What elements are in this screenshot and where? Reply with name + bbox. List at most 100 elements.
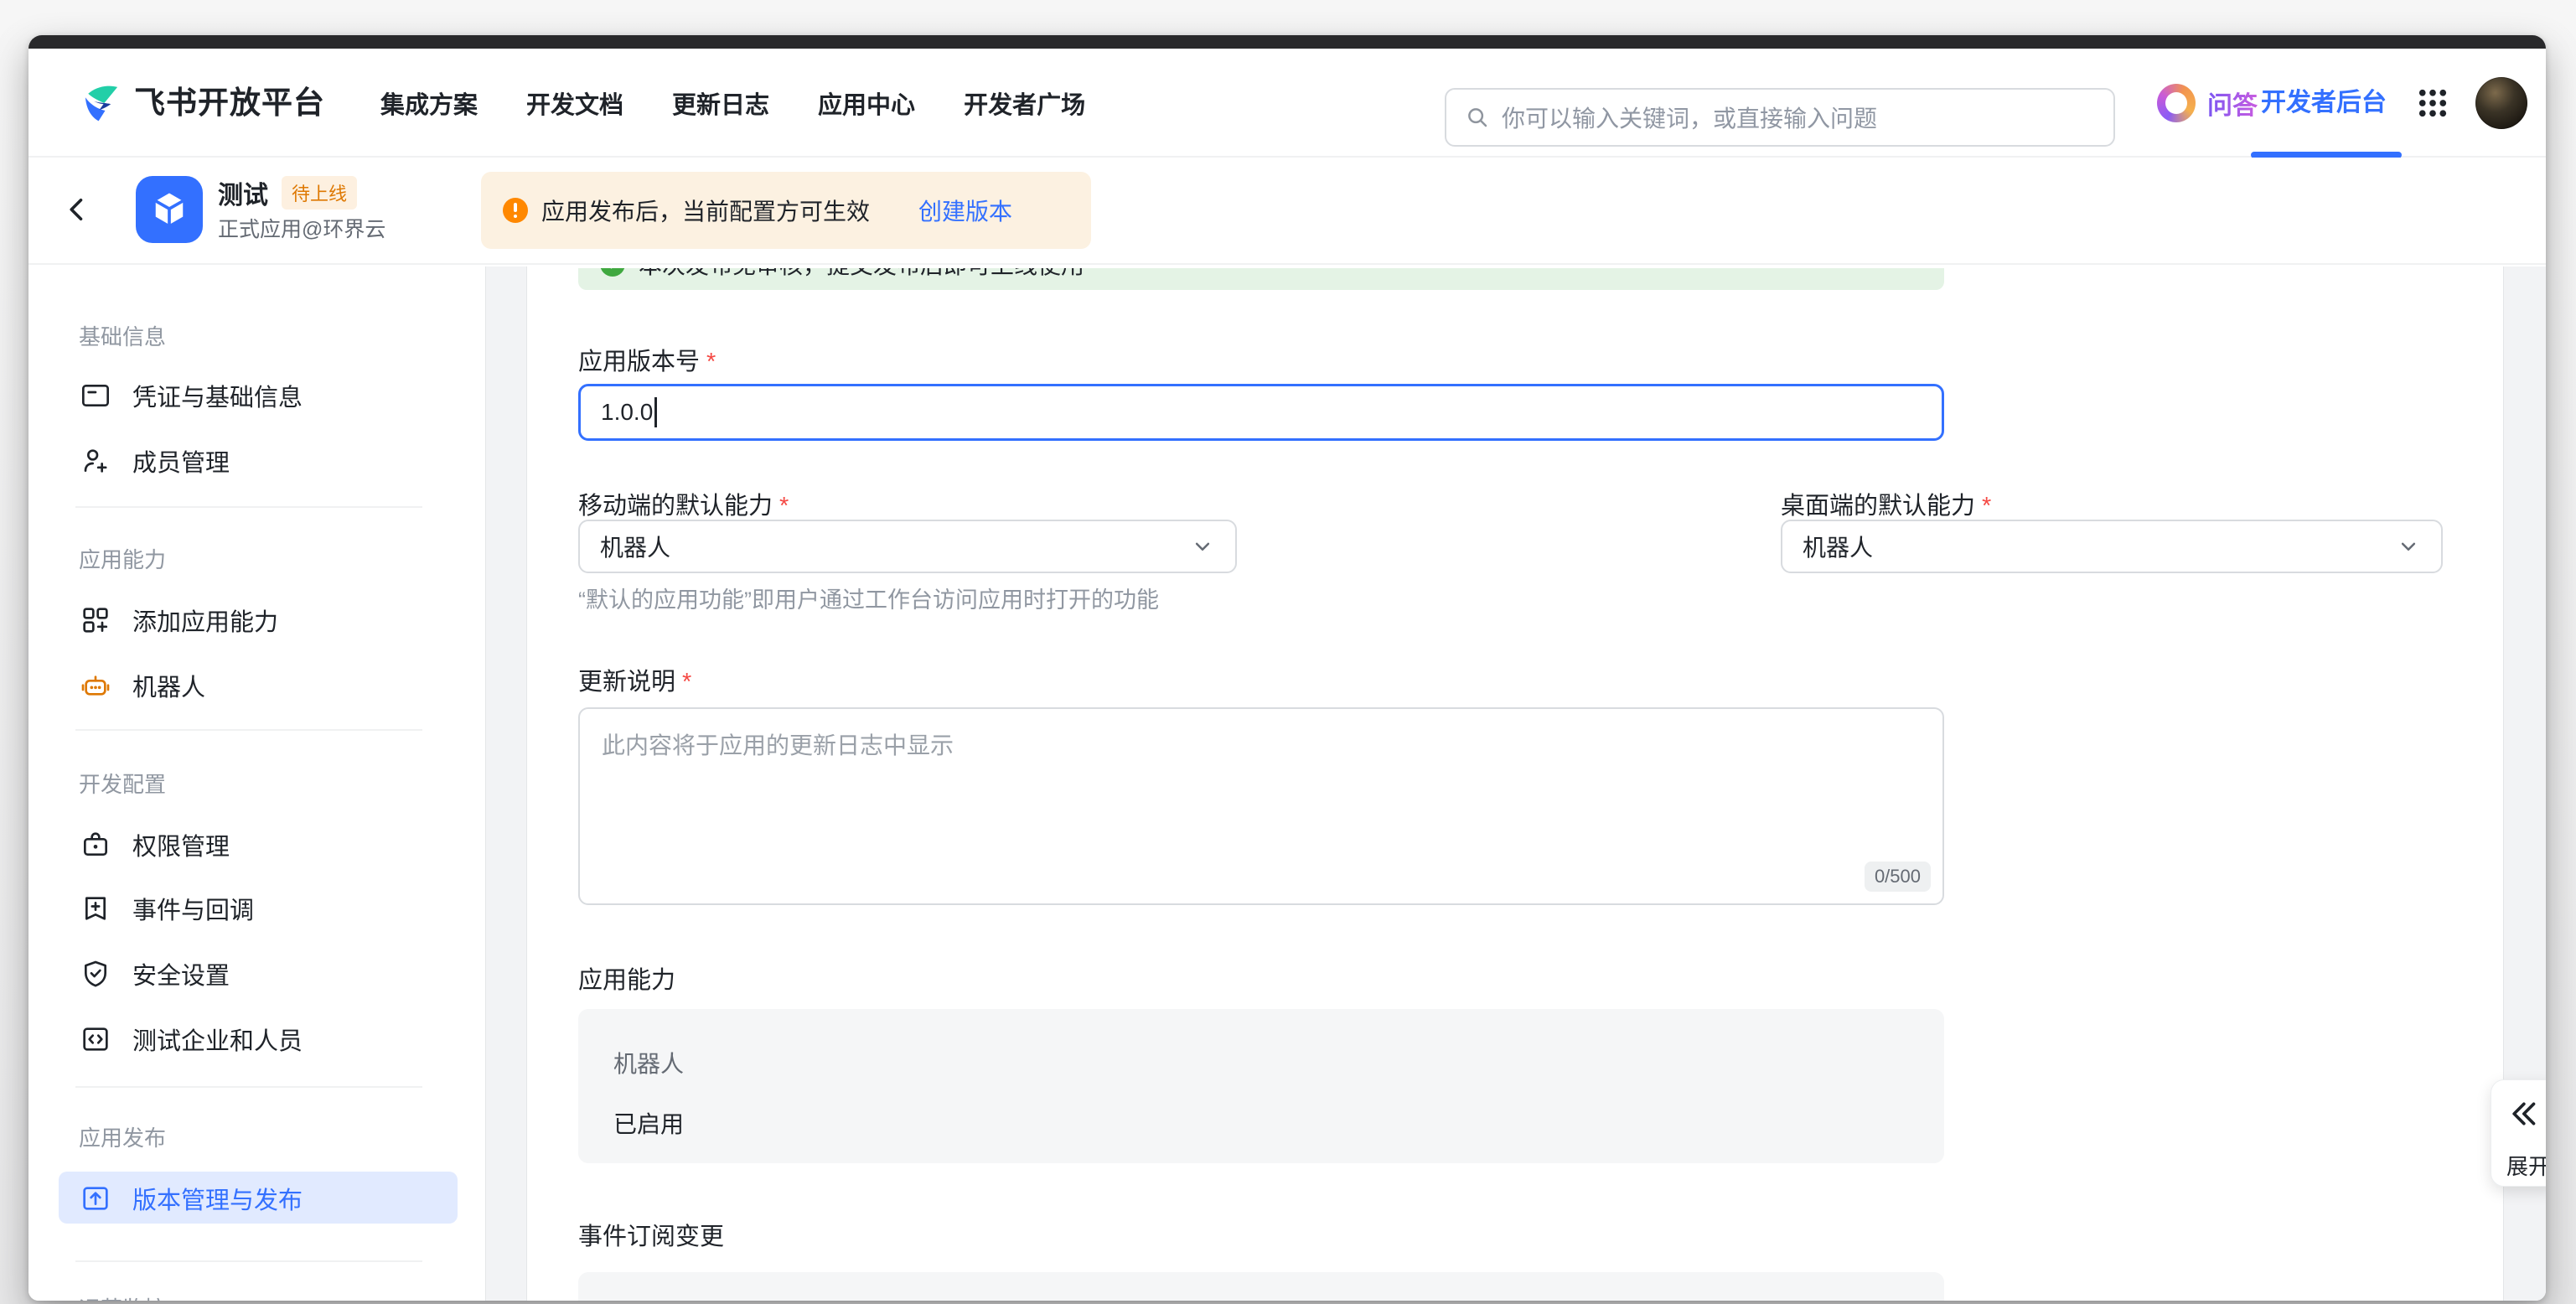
capability-status: 已启用	[613, 1106, 1944, 1140]
update-notes-textarea[interactable]	[578, 707, 1944, 905]
event-subscription-box	[578, 1272, 1944, 1301]
qa-gradient-ring-icon	[2157, 84, 2196, 122]
code-square-icon	[79, 1022, 112, 1056]
sidebar-section-basic-info: 基础信息	[79, 320, 166, 351]
sidebar-item-add-capability[interactable]: 添加应用能力	[79, 595, 278, 645]
sidebar-item-label: 机器人	[132, 668, 205, 703]
qa-button[interactable]: 问答	[2157, 49, 2258, 158]
warning-icon	[503, 198, 528, 223]
capability-name: 机器人	[613, 1046, 1944, 1079]
create-version-link[interactable]: 创建版本	[918, 194, 1012, 227]
desktop-capability-value: 机器人	[1803, 530, 1873, 563]
upload-square-icon	[79, 1182, 112, 1215]
warning-text: 应用发布后，当前配置方可生效	[541, 194, 870, 227]
browser-window: 飞书开放平台 集成方案 开发文档 更新日志 应用中心 开发者广场 你可以输入关键…	[28, 35, 2546, 1301]
briefcase-lock-icon	[79, 828, 112, 862]
sidebar: 基础信息 凭证与基础信息 成员管理	[28, 266, 485, 1301]
sidebar-item-label: 事件与回调	[132, 891, 254, 926]
qa-label: 问答	[2207, 85, 2258, 122]
success-notice-text: 本次发布免审核，提交发布后即可上线使用	[639, 268, 1084, 281]
success-notice-clipped: 本次发布免审核，提交发布后即可上线使用	[578, 268, 1944, 290]
nav-link-changelog[interactable]: 更新日志	[672, 85, 769, 121]
sidebar-item-label: 成员管理	[132, 443, 230, 479]
nav-link-docs[interactable]: 开发文档	[526, 85, 623, 121]
app-subtitle: 正式应用@环界云	[218, 213, 385, 243]
developer-console-link[interactable]: 开发者后台	[2261, 49, 2387, 158]
expand-panel-button[interactable]: 展开	[2491, 1079, 2546, 1187]
version-label: 应用版本号*	[578, 342, 716, 377]
sidebar-divider	[75, 1260, 422, 1262]
sidebar-item-test-org[interactable]: 测试企业和人员	[79, 1014, 303, 1064]
text-cursor	[654, 397, 657, 427]
capability-section-title: 应用能力	[578, 960, 675, 996]
left-scroll-gutter	[485, 266, 527, 1301]
sidebar-item-version-release[interactable]: 版本管理与发布	[79, 1173, 303, 1224]
desktop-background: 飞书开放平台 集成方案 开发文档 更新日志 应用中心 开发者广场 你可以输入关键…	[0, 0, 2576, 1304]
publish-warning-banner: 应用发布后，当前配置方可生效 创建版本	[481, 172, 1091, 249]
app-header: 测试 待上线 正式应用@环界云 应用发布后，当前配置方可生效 创建版本	[28, 158, 2546, 265]
sidebar-divider	[75, 1086, 422, 1088]
sidebar-item-credentials[interactable]: 凭证与基础信息	[79, 370, 303, 421]
sidebar-section-monitoring: 运营监控	[79, 1292, 166, 1301]
sidebar-item-label: 凭证与基础信息	[132, 378, 303, 413]
update-notes-wrapper: 0/500	[578, 707, 1944, 905]
sidebar-item-events[interactable]: 事件与回调	[79, 883, 254, 934]
version-input[interactable]: 1.0.0	[578, 384, 1944, 441]
char-counter: 0/500	[1865, 862, 1931, 892]
desktop-capability-label: 桌面端的默认能力*	[1781, 486, 1991, 521]
search-input[interactable]: 你可以输入关键词，或直接输入问题	[1445, 88, 2115, 147]
required-mark: *	[779, 493, 789, 520]
desktop-capability-select[interactable]: 机器人	[1781, 520, 2443, 573]
app-icon	[136, 176, 203, 243]
shield-check-icon	[79, 957, 112, 991]
sidebar-item-bot[interactable]: 机器人	[79, 660, 205, 711]
sidebar-item-label: 权限管理	[132, 827, 230, 862]
content-area: 基础信息 凭证与基础信息 成员管理	[28, 266, 2546, 1301]
mobile-capability-label: 移动端的默认能力*	[578, 486, 789, 521]
sidebar-item-label: 测试企业和人员	[132, 1022, 303, 1057]
sidebar-section-release: 应用发布	[79, 1121, 166, 1152]
primary-nav: 集成方案 开发文档 更新日志 应用中心 开发者广场	[380, 49, 1085, 158]
sidebar-item-permissions[interactable]: 权限管理	[79, 820, 230, 870]
search-placeholder: 你可以输入关键词，或直接输入问题	[1502, 101, 1877, 134]
event-section-title: 事件订阅变更	[578, 1217, 724, 1252]
grid-plus-icon	[79, 603, 112, 637]
nav-link-app-center[interactable]: 应用中心	[818, 85, 915, 121]
feishu-logo-text: 飞书开放平台	[134, 49, 325, 158]
sidebar-section-capabilities: 应用能力	[79, 543, 166, 574]
capability-hint: “默认的应用功能”即用户通过工作台访问应用时打开的功能	[578, 582, 1159, 614]
expand-label: 展开	[2506, 1150, 2546, 1181]
robot-icon	[79, 669, 112, 702]
sidebar-divider	[75, 506, 422, 508]
double-chevron-left-icon	[2506, 1097, 2540, 1131]
sidebar-section-dev-config: 开发配置	[79, 768, 166, 799]
sidebar-divider	[75, 729, 422, 731]
sidebar-item-label: 版本管理与发布	[132, 1181, 303, 1216]
status-badge: 待上线	[282, 176, 357, 210]
sidebar-item-members[interactable]: 成员管理	[79, 436, 230, 486]
user-avatar[interactable]	[2475, 77, 2527, 129]
person-add-icon	[79, 444, 112, 478]
apps-grid-icon[interactable]	[2415, 85, 2450, 121]
nav-link-dev-plaza[interactable]: 开发者广场	[964, 85, 1085, 121]
nav-link-integration[interactable]: 集成方案	[380, 85, 478, 121]
check-circle-icon	[600, 268, 625, 277]
back-chevron-icon[interactable]	[62, 194, 92, 225]
bookmark-plus-icon	[79, 892, 112, 925]
required-mark: *	[706, 349, 716, 375]
chevron-down-icon	[2396, 534, 2421, 559]
mobile-capability-select[interactable]: 机器人	[578, 520, 1237, 573]
id-card-icon	[79, 379, 112, 412]
top-navbar: 飞书开放平台 集成方案 开发文档 更新日志 应用中心 开发者广场 你可以输入关键…	[28, 49, 2546, 158]
feishu-logo-icon	[79, 80, 124, 126]
window-titlebar-strip	[28, 35, 2546, 49]
app-title: 测试	[218, 174, 268, 211]
version-value: 1.0.0	[601, 399, 653, 426]
mobile-capability-value: 机器人	[600, 530, 670, 563]
search-icon	[1465, 105, 1490, 130]
update-notes-label: 更新说明*	[578, 662, 691, 697]
capability-summary-box: 机器人 已启用	[578, 1009, 1944, 1163]
version-form: 本次发布免审核，提交发布后即可上线使用 应用版本号* 1.0.0 移动端的默认能…	[527, 266, 2503, 1301]
sidebar-item-security[interactable]: 安全设置	[79, 949, 230, 999]
required-mark: *	[682, 669, 691, 696]
